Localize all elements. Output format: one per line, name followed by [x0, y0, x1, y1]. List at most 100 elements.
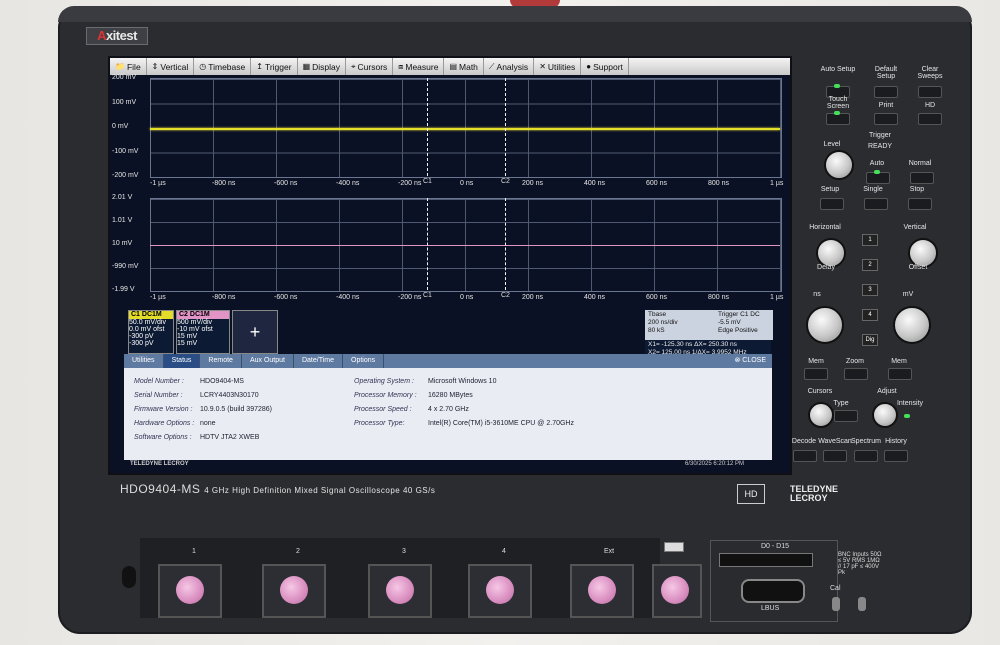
menu-file-icon: 📁 — [115, 62, 125, 71]
tab-date-time[interactable]: Date/Time — [294, 354, 343, 368]
menu-utilities[interactable]: ✕ Utilities — [534, 58, 582, 75]
cursor-type-button[interactable] — [834, 410, 858, 422]
digital-connector[interactable] — [719, 553, 813, 567]
cursor-c1-grid1[interactable] — [427, 78, 428, 176]
trigger-setup-label: Setup — [820, 186, 840, 193]
status-label-rightfields-3: Processor Type: — [354, 420, 405, 427]
add-channel-button[interactable]: + — [232, 310, 278, 354]
grid1-x-label-8: 600 ns — [646, 180, 668, 187]
horizontal-timebase-knob[interactable] — [806, 306, 844, 344]
menu-measure[interactable]: ⧈ Measure — [393, 58, 445, 75]
cursor-c2-grid2[interactable] — [505, 198, 506, 290]
status-label-leftfields-2: Firmware Version : — [134, 406, 193, 413]
vertical-scale-knob[interactable] — [893, 306, 931, 344]
cursor-c1-grid2[interactable] — [427, 198, 428, 290]
lbus-port[interactable] — [741, 579, 805, 603]
tab-options[interactable]: Options — [343, 354, 385, 368]
menu-math[interactable]: ▤ Math — [444, 58, 484, 75]
cursor-c2-label: C2 — [501, 178, 510, 185]
menu-display[interactable]: ▦ Display — [298, 58, 346, 75]
menu-vertical[interactable]: ⇕ Vertical — [147, 58, 195, 75]
channel-4-button[interactable]: 4 — [862, 309, 878, 321]
bnc-connector-4[interactable] — [588, 576, 616, 604]
intensity-label: Intensity — [896, 400, 924, 407]
menu-trigger-icon: ↥ — [256, 62, 263, 71]
grid1-x-label-9: 800 ns — [708, 180, 730, 187]
menu-bar: 📁 File ⇕ Vertical ◷ Timebase ↥ Trigger ▦ Display ⌖… — [110, 58, 790, 75]
menu-analysis-label: Analysis — [496, 61, 529, 72]
trigger-single-label: Single — [863, 186, 883, 193]
trigger-level-knob[interactable] — [824, 150, 854, 180]
zoom-button[interactable] — [844, 368, 868, 380]
menu-analysis[interactable]: ⟋ Analysis — [484, 58, 535, 75]
digital-button[interactable]: Dig — [862, 334, 878, 346]
menu-timebase-label: Timebase — [208, 61, 246, 72]
hd-button[interactable] — [918, 113, 942, 125]
menu-utilities-icon: ✕ — [539, 62, 546, 71]
power-button[interactable] — [122, 566, 136, 588]
timebase-descriptor[interactable]: Tbase 200 ns/div 80 kS — [645, 310, 719, 340]
trigger-stop-button[interactable] — [908, 198, 932, 210]
cal-terminal[interactable] — [832, 597, 840, 611]
math-button[interactable] — [888, 368, 912, 380]
tab-utilities[interactable]: Utilities — [124, 354, 164, 368]
ground-terminal[interactable] — [858, 597, 866, 611]
status-label-leftfields-1: Serial Number : — [134, 392, 183, 399]
math-label: Mem — [891, 358, 907, 365]
brand-prefix: A — [97, 28, 106, 43]
logo-line-2: LECROY — [790, 493, 828, 503]
channel-1-button[interactable]: 1 — [862, 234, 878, 246]
lbus-connector-area: D0 - D15 LBUS — [710, 540, 838, 622]
bnc-connector-2[interactable] — [386, 576, 414, 604]
channel-2-trace — [150, 245, 780, 246]
grid1-x-label-6: 200 ns — [522, 180, 544, 187]
dialog-close-button[interactable]: ⊗ CLOSE — [734, 356, 766, 364]
trigger-single-button[interactable] — [864, 198, 888, 210]
channel-1-descriptor[interactable]: C1 DC1M 50.0 mV/div 0.0 mV ofst -300 pV … — [128, 310, 174, 354]
print-button[interactable] — [874, 113, 898, 125]
trigger-normal-button[interactable] — [910, 172, 934, 184]
spectrum-button[interactable] — [854, 450, 878, 462]
trigger-descriptor[interactable]: Trigger C1 DC -5.5 mV Edge Positive — [715, 310, 773, 340]
offset-label: Offset — [908, 264, 928, 271]
menu-trigger[interactable]: ↥ Trigger — [251, 58, 298, 75]
trigger-normal-label: Normal — [908, 160, 932, 167]
history-button[interactable] — [884, 450, 908, 462]
bnc-connector-1[interactable] — [280, 576, 308, 604]
menu-support[interactable]: ● Support — [581, 58, 629, 75]
trig-line-2: Edge Positive — [718, 327, 758, 334]
menu-timebase[interactable]: ◷ Timebase — [194, 58, 252, 75]
default-setup-button[interactable] — [874, 86, 898, 98]
status-value-rightfields-3: Intel(R) Core(TM) i5-3610ME CPU @ 2.70GH… — [428, 420, 574, 427]
status-label-rightfields-2: Processor Speed : — [354, 406, 412, 413]
channel-2-descriptor[interactable]: C2 DC1M 500 mV/div -10 mV ofst 15 mV 15 … — [176, 310, 230, 354]
lbus-label: LBUS — [761, 605, 780, 612]
tab-status[interactable]: Status — [163, 354, 201, 368]
bnc-connector-3[interactable] — [486, 576, 514, 604]
cursor-c2-grid1[interactable] — [505, 78, 506, 176]
tab-remote[interactable]: Remote — [200, 354, 242, 368]
adjust-section-label: Adjust — [877, 388, 897, 395]
mem-button[interactable] — [804, 368, 828, 380]
menu-file[interactable]: 📁 File — [110, 58, 147, 75]
wavescan-button[interactable] — [823, 450, 847, 462]
clear-sweeps-button[interactable] — [918, 86, 942, 98]
trigger-level-label: Level — [823, 141, 841, 148]
grid2-y-label-4: -1.99 V — [112, 286, 135, 293]
brand-rest: xitest — [105, 28, 137, 43]
grid2-y-label-2: 10 mV — [112, 240, 133, 247]
bnc-connector-0[interactable] — [176, 576, 204, 604]
channel-3-button[interactable]: 3 — [862, 284, 878, 296]
menu-trigger-label: Trigger — [264, 61, 292, 72]
screen[interactable]: 📁 File ⇕ Vertical ◷ Timebase ↥ Trigger ▦ Display ⌖… — [108, 56, 792, 475]
menu-cursors[interactable]: ⌖ Cursors — [346, 58, 394, 75]
input-0-label: 1 — [192, 548, 196, 555]
usb-port[interactable] — [664, 542, 684, 552]
footer-brand: TELEDYNE LECROY — [130, 461, 189, 467]
tab-aux-output[interactable]: Aux Output — [242, 354, 294, 368]
grid1-x-label-5: 0 ns — [460, 180, 474, 187]
aux-bnc-connector[interactable] — [661, 576, 689, 604]
decode-button[interactable] — [793, 450, 817, 462]
trigger-setup-button[interactable] — [820, 198, 844, 210]
channel-2-button[interactable]: 2 — [862, 259, 878, 271]
